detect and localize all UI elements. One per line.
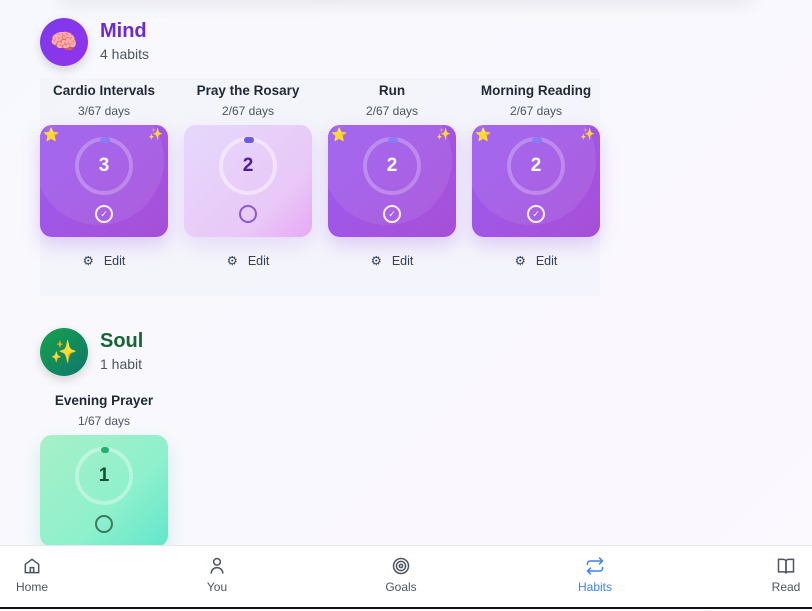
edit-button[interactable]: ⚙ Edit [184, 253, 312, 269]
check-button[interactable]: ✓ [383, 205, 401, 223]
star-icon: ⭐ [331, 127, 348, 142]
nav-you[interactable]: You [182, 556, 252, 594]
sparkles-icon: ✨ [436, 127, 451, 141]
edit-button[interactable]: ⚙ Edit [40, 253, 168, 269]
sparkles-icon: ✨ [40, 328, 88, 376]
habit-card[interactable]: ⭐ ✨ 3 ✓ [40, 125, 168, 237]
user-icon [210, 557, 224, 574]
habit-card[interactable]: 2 [184, 125, 312, 237]
book-icon [777, 558, 795, 574]
sparkles-icon: ✨ [148, 127, 163, 141]
habit-name: Cardio Intervals [52, 83, 156, 98]
bottom-nav: Home You Goals Habits Read [0, 545, 812, 609]
star-icon: ⭐ [475, 127, 492, 142]
nav-home[interactable]: Home [0, 556, 67, 594]
sparkles-icon: ✨ [580, 127, 595, 141]
progress-ring: 1 [75, 447, 133, 505]
habit-days: 1/67 days [77, 414, 131, 428]
habit-card[interactable]: ⭐ ✨ 2 ✓ [472, 125, 600, 237]
progress-ring: 2 [219, 137, 277, 195]
check-button[interactable]: ✓ [527, 205, 545, 223]
gear-icon: ⚙ [514, 254, 526, 268]
home-icon [24, 558, 40, 574]
habit-name: Evening Prayer [54, 393, 154, 408]
habit-days: 2/67 days [221, 104, 275, 118]
habit-name: Run [378, 83, 406, 98]
star-icon: ⭐ [43, 127, 60, 142]
check-button[interactable] [95, 515, 113, 533]
habit-days: 3/67 days [77, 104, 131, 118]
category-mind: 🧠 Mind 4 habits Cardio Intervals 3/67 da… [40, 18, 600, 296]
habit-name: Pray the Rosary [196, 83, 300, 98]
gear-icon: ⚙ [226, 254, 238, 268]
habit-days: 2/67 days [509, 104, 563, 118]
check-button[interactable]: ✓ [95, 205, 113, 223]
nav-goals[interactable]: Goals [366, 556, 436, 594]
gear-icon: ⚙ [82, 254, 94, 268]
progress-ring: 2 [507, 137, 565, 195]
habit-card[interactable]: 1 [40, 435, 168, 547]
gear-icon: ⚙ [370, 254, 382, 268]
nav-habits[interactable]: Habits [560, 556, 630, 594]
progress-ring: 2 [363, 137, 421, 195]
brain-icon: 🧠 [40, 18, 88, 66]
habit-days: 2/67 days [365, 104, 419, 118]
category-title: Mind [100, 20, 147, 42]
edit-button[interactable]: ⚙ Edit [328, 253, 456, 269]
category-soul: ✨ Soul 1 habit Evening Prayer 1/67 days … [40, 328, 240, 548]
progress-ring: 3 [75, 137, 133, 195]
category-title: Soul [100, 330, 144, 352]
habit-card[interactable]: ⭐ ✨ 2 ✓ [328, 125, 456, 237]
check-button[interactable] [239, 205, 257, 223]
target-icon [392, 557, 410, 575]
habit-name: Morning Reading [480, 83, 592, 98]
category-count: 1 habit [100, 356, 143, 372]
category-count: 4 habits [100, 46, 150, 62]
repeat-icon [586, 557, 604, 575]
nav-read[interactable]: Read [751, 556, 812, 594]
edit-button[interactable]: ⚙ Edit [472, 253, 600, 269]
